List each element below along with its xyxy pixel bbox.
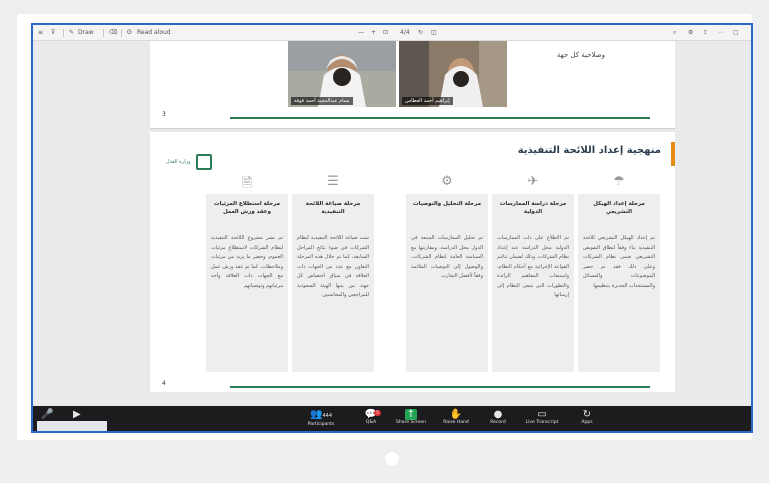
phase-column-2: ✈ مرحلة دراسة الممارسات الدولية تم الاطل… <box>492 174 574 372</box>
participants-button[interactable]: 👥444 Participants <box>301 409 341 427</box>
phase-body-3: تم تحليل الممارسات المتبعة في الدول محل … <box>411 235 483 279</box>
video-button[interactable]: ▶ <box>73 409 81 420</box>
settings-icon[interactable]: ⚙ <box>688 28 693 37</box>
mute-button[interactable]: 🎤 <box>41 409 53 420</box>
phase-column-5: 🗎 مرحلة استطلاع المرئيات وعقد ورش العمل … <box>206 176 288 372</box>
ministry-logo: وزارة العدل <box>166 154 214 170</box>
video-tile-2[interactable]: إبراهيم أحمد العطاس <box>399 41 507 107</box>
participants-count: 444 <box>322 413 332 419</box>
logo-emblem-icon <box>196 154 212 170</box>
carousel-dot[interactable] <box>385 452 399 466</box>
two-page-icon[interactable]: ◫ <box>431 28 437 37</box>
zoom-window: ≡ ⊽ ✎ Draw ⌫ Ꙩ Read aloud — + ⊡ 4/4 ↻ ◫ … <box>31 23 753 433</box>
erase-icon[interactable]: ⌫ <box>109 28 117 37</box>
record-button[interactable]: ● Record <box>484 409 512 425</box>
raise-hand-label: Raise Hand <box>443 420 469 425</box>
slide-3-divider <box>230 117 650 119</box>
filter-icon[interactable]: ⊽ <box>51 28 55 37</box>
share-screen-label: Share Screen <box>396 420 426 425</box>
share-icon[interactable]: ⇪ <box>703 28 708 37</box>
slide-title: منهجية إعداد اللائحة التنفيذية <box>517 145 661 156</box>
phase-column-1: ☂ مرحلة إعداد الهيكل التشريعي تم إعداد ا… <box>578 174 660 372</box>
phase-column-3: ⚙ مرحلة التحليل والتوصيات تم تحليل المما… <box>406 174 488 372</box>
phase-heading-2: مرحلة دراسة الممارسات الدولية <box>499 201 567 215</box>
participants-icon: 👥444 <box>310 409 332 420</box>
rotate-icon[interactable]: ↻ <box>418 28 423 37</box>
phase-body-1: تم إعداد الهيكل التشريعي للائحة التنفيذي… <box>583 235 655 289</box>
zoom-in-icon[interactable]: + <box>371 28 376 37</box>
fit-page-icon[interactable]: ⊡ <box>383 28 388 37</box>
slide-3-page-number: 3 <box>162 111 166 118</box>
logo-text: وزارة العدل <box>166 159 191 165</box>
qa-label: Q&A <box>365 420 377 425</box>
pdf-toolbar: ≡ ⊽ ✎ Draw ⌫ Ꙩ Read aloud — + ⊡ 4/4 ↻ ◫ … <box>33 25 751 41</box>
phase-heading-1: مرحلة إعداد الهيكل التشريعي <box>593 201 645 215</box>
share-screen-button[interactable]: ↑ Share Screen <box>393 409 429 425</box>
list-icon: ☰ <box>327 174 339 189</box>
qa-button[interactable]: 💬 5 Q&A <box>358 409 384 425</box>
save-icon[interactable]: ▢ <box>733 28 739 37</box>
share-screen-icon: ↑ <box>405 409 417 420</box>
slide-4-page-number: 4 <box>162 380 166 387</box>
record-label: Record <box>490 420 506 425</box>
live-transcript-icon: ▭ <box>537 409 547 420</box>
slide-3-text: وصلاحية كل جهة <box>556 51 605 59</box>
slide-4-divider <box>230 386 650 388</box>
live-transcript-button[interactable]: ▭ Live Transcript <box>520 409 564 425</box>
menu-icon[interactable]: ≡ <box>38 28 43 37</box>
page-input[interactable]: 4/4 <box>400 28 410 37</box>
phase-heading-3: مرحلة التحليل والتوصيات <box>413 201 481 207</box>
microphone-icon: 🎤 <box>41 409 54 420</box>
video-caption-2: إبراهيم أحمد العطاس <box>402 97 453 105</box>
apps-icon: ↻ <box>582 409 592 420</box>
draw-icon[interactable]: ✎ <box>69 28 74 37</box>
video-tile-1[interactable]: بسام عبدالمجيد أحمد فوفة <box>288 41 396 107</box>
gear-icon: ⚙ <box>441 174 453 189</box>
qa-badge: 5 <box>374 410 381 416</box>
phase-body-4: تمت صياغة اللائحة التنفيذية لنظام الشركا… <box>297 235 369 298</box>
raise-hand-button[interactable]: ✋ Raise Hand <box>440 409 472 425</box>
zoom-meeting-controls: 🎤 ▶ 👥444 Participants 💬 5 Q&A ↑ Share Sc… <box>33 406 751 431</box>
slide-page-4: منهجية إعداد اللائحة التنفيذية وزارة الع… <box>150 132 675 392</box>
phase-body-5: تم نشر مشروع اللائحة التنفيذية لنظام الش… <box>211 235 283 289</box>
phase-heading-5: مرحلة استطلاع المرئيات وعقد ورش العمل <box>214 201 280 215</box>
read-aloud-icon[interactable]: Ꙩ <box>127 28 132 37</box>
document-icon: 🗎 <box>241 176 253 191</box>
participants-label: Participants <box>307 422 335 427</box>
apps-button[interactable]: ↻ Apps <box>573 409 601 425</box>
record-icon: ● <box>493 409 503 420</box>
video-caption-1: بسام عبدالمجيد أحمد فوفة <box>291 97 353 105</box>
search-icon[interactable]: ⌕ <box>673 28 676 37</box>
phase-heading-4: مرحلة صياغة اللائحة التنفيذية <box>305 201 361 215</box>
raise-hand-icon: ✋ <box>449 409 463 420</box>
camera-icon: ▶ <box>73 409 81 420</box>
plane-icon: ✈ <box>527 174 539 189</box>
zoom-out-icon[interactable]: — <box>358 28 364 37</box>
phase-body-2: تم الاطلاع على ذات الممارسات الدولية محل… <box>497 235 569 298</box>
umbrella-icon: ☂ <box>613 174 625 189</box>
title-accent <box>671 142 675 166</box>
draw-button[interactable]: Draw <box>78 28 94 37</box>
live-transcript-label: Live Transcript <box>525 420 559 425</box>
more-icon[interactable]: ⋯ <box>718 28 724 37</box>
apps-label: Apps <box>581 420 593 425</box>
taskbar-tray <box>37 421 107 431</box>
read-aloud-button[interactable]: Read aloud <box>137 28 171 37</box>
phase-column-4: ☰ مرحلة صياغة اللائحة التنفيذية تمت صياغ… <box>292 174 374 372</box>
